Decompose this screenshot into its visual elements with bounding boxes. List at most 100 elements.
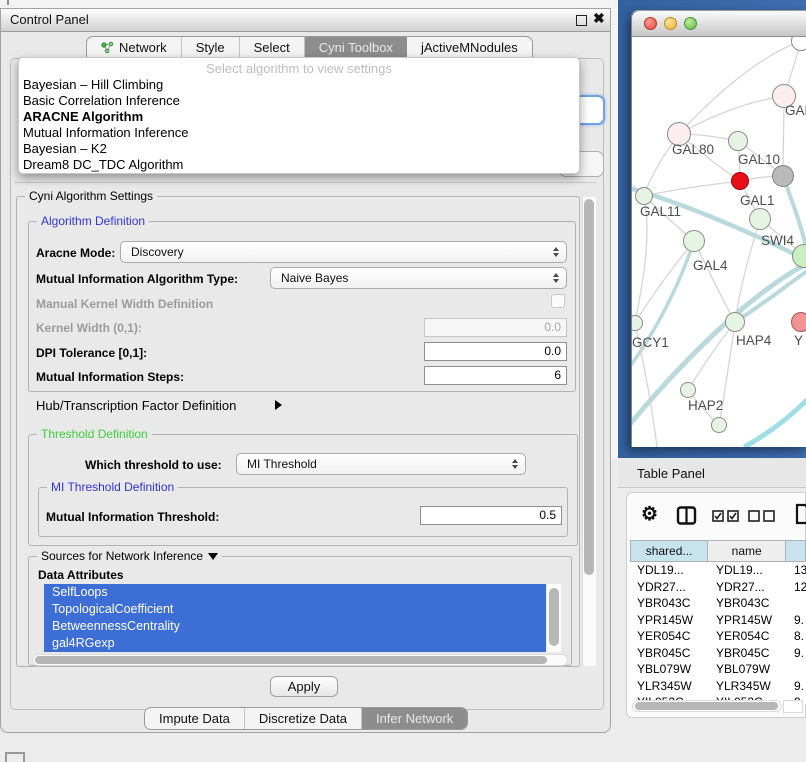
table-row[interactable]: YBR045CYBR045C9. bbox=[630, 645, 806, 662]
float-window-icon[interactable] bbox=[576, 15, 587, 26]
cell: YBL079W bbox=[637, 662, 691, 676]
which-threshold-label: Which threshold to use: bbox=[85, 458, 222, 472]
aracne-mode-select[interactable]: Discovery bbox=[120, 241, 567, 263]
table-row[interactable]: YER054CYER054C8. bbox=[630, 628, 806, 645]
tab-cyni-toolbox[interactable]: Cyni Toolbox bbox=[305, 37, 407, 58]
tab-style[interactable]: Style bbox=[182, 37, 240, 58]
kernel-width-field[interactable]: 0.0 bbox=[424, 318, 567, 337]
tab-jactivemnodules[interactable]: jActiveMNodules bbox=[407, 37, 532, 58]
tab-label: Select bbox=[254, 40, 290, 55]
node-label-gal: GAL bbox=[785, 103, 806, 118]
table-row[interactable]: YBR043CYBR043C bbox=[630, 595, 806, 612]
tab-select[interactable]: Select bbox=[240, 37, 305, 58]
control-panel-tabs: NetworkStyle Select Cyni ToolboxjActiveMNo… bbox=[86, 36, 533, 59]
aracne-mode-label: Aracne Mode: bbox=[36, 246, 115, 260]
gear-icon[interactable]: ⚙ bbox=[641, 503, 658, 526]
tab-infer-network[interactable]: Infer Network bbox=[362, 708, 467, 729]
node-gal11[interactable] bbox=[635, 187, 653, 205]
node-gray[interactable] bbox=[772, 165, 794, 187]
cell: YER054C bbox=[716, 629, 769, 643]
table-panel-title: Table Panel bbox=[637, 466, 705, 481]
cell: YDR27... bbox=[637, 580, 686, 594]
split-columns-icon[interactable] bbox=[676, 505, 697, 526]
apply-button[interactable]: Apply bbox=[270, 676, 338, 697]
cell: 9. bbox=[794, 613, 804, 627]
table-header-row: shared...name bbox=[630, 540, 806, 562]
network-view-window: GALGAL80GAL10GAL1GAL11SWI4GAL4GCY1HAP4YH… bbox=[631, 10, 806, 447]
cell: 9. bbox=[794, 646, 804, 660]
expand-triangle-icon[interactable] bbox=[275, 400, 282, 410]
close-traffic-light-icon[interactable] bbox=[644, 17, 657, 30]
node-label-gal80: GAL80 bbox=[672, 142, 714, 157]
table-hscrollbar-thumb[interactable] bbox=[635, 702, 778, 710]
column-header-name[interactable]: name bbox=[708, 540, 786, 562]
attributes-scrollbar-thumb[interactable] bbox=[549, 588, 559, 646]
algorithm-item-bayesian-hill-climbing[interactable]: Bayesian – Hill Climbing bbox=[19, 77, 579, 93]
tab-impute-data[interactable]: Impute Data bbox=[145, 708, 245, 729]
dpi-tolerance-field[interactable]: 0.0 bbox=[424, 342, 567, 361]
table-row[interactable]: YPR145WYPR145W9. bbox=[630, 612, 806, 629]
combo-stepper-icon bbox=[512, 454, 518, 474]
attribute-item-betweennesscentrality[interactable]: BetweennessCentrality bbox=[44, 618, 546, 635]
column-header-cut[interactable] bbox=[786, 540, 806, 562]
cell: YBR045C bbox=[716, 646, 769, 660]
node-gal1[interactable] bbox=[731, 172, 749, 190]
node-gal4[interactable] bbox=[683, 230, 705, 252]
sources-title[interactable]: Sources for Network Inference bbox=[37, 549, 222, 563]
node-gal10[interactable] bbox=[728, 131, 748, 151]
algorithm-item-dream8-dc-tdc-algorithm[interactable]: Dream8 DC_TDC Algorithm bbox=[19, 157, 579, 173]
node-swi4[interactable] bbox=[749, 208, 771, 230]
algorithm-item-bayesian-k2[interactable]: Bayesian – K2 bbox=[19, 141, 579, 157]
node-label-gal4: GAL4 bbox=[693, 258, 728, 273]
panel-title: Control Panel bbox=[10, 12, 89, 27]
attribute-item-selfloops[interactable]: SelfLoops bbox=[44, 584, 546, 601]
panel-gap bbox=[611, 0, 618, 458]
cell: 9. bbox=[794, 679, 804, 693]
hub-definition-expander[interactable]: Hub/Transcription Factor Definition bbox=[36, 398, 236, 413]
mi-steps-field[interactable]: 6 bbox=[424, 366, 567, 385]
mi-threshold-field[interactable]: 0.5 bbox=[420, 506, 562, 525]
table-row[interactable]: YLR345WYLR345W9. bbox=[630, 678, 806, 695]
deselect-all-columns-icon[interactable] bbox=[748, 510, 775, 522]
table-row[interactable]: YDL19...YDL19...13 bbox=[630, 562, 806, 579]
cell: YDL19... bbox=[637, 563, 684, 577]
collapse-triangle-icon[interactable] bbox=[208, 553, 218, 560]
table-row[interactable]: YDR27...YDR27...12 bbox=[630, 579, 806, 596]
attribute-item-gal4rgexp[interactable]: gal4RGexp bbox=[44, 635, 546, 652]
node-salmon[interactable] bbox=[791, 312, 806, 332]
node-label-hap2: HAP2 bbox=[688, 398, 723, 413]
close-icon[interactable]: ✖ bbox=[593, 10, 605, 27]
node-hap2[interactable] bbox=[680, 382, 696, 398]
algorithm-item-mutual-information-inference[interactable]: Mutual Information Inference bbox=[19, 125, 579, 141]
tab-label: Discretize Data bbox=[259, 711, 347, 726]
mi-algo-type-value: Naive Bayes bbox=[281, 271, 348, 285]
sources-hscrollbar-thumb[interactable] bbox=[35, 656, 547, 664]
network-canvas[interactable]: GALGAL80GAL10GAL1GAL11SWI4GAL4GCY1HAP4YH… bbox=[632, 37, 806, 447]
zoom-traffic-light-icon[interactable] bbox=[684, 17, 697, 30]
node-hap4[interactable] bbox=[725, 312, 745, 332]
combo-stepper-icon bbox=[553, 242, 559, 262]
cell: YDR27... bbox=[716, 580, 765, 594]
algorithm-item-basic-correlation-inference[interactable]: Basic Correlation Inference bbox=[19, 93, 579, 109]
mi-algo-type-select[interactable]: Naive Bayes bbox=[270, 267, 567, 289]
network-window-titlebar[interactable] bbox=[632, 11, 806, 37]
minimize-traffic-light-icon[interactable] bbox=[664, 17, 677, 30]
tab-network[interactable]: Network bbox=[87, 37, 182, 58]
data-attributes-list[interactable]: SelfLoopsTopologicalCoefficientBetweenne… bbox=[44, 584, 546, 652]
column-header-shared[interactable]: shared... bbox=[630, 540, 708, 562]
mi-algo-type-label: Mutual Information Algorithm Type: bbox=[36, 272, 238, 286]
node-bottom[interactable] bbox=[711, 417, 727, 433]
settings-scrollbar-thumb[interactable] bbox=[584, 199, 594, 575]
table-row[interactable]: YBL079W YBL079W bbox=[630, 661, 806, 678]
manual-kernel-checkbox[interactable] bbox=[551, 294, 565, 308]
which-threshold-select[interactable]: MI Threshold bbox=[236, 453, 526, 475]
combo-stepper-icon bbox=[553, 268, 559, 288]
cell: YBL079W bbox=[716, 662, 770, 676]
select-all-columns-icon[interactable] bbox=[712, 510, 739, 522]
cell: YLR345W bbox=[716, 679, 771, 693]
tab-discretize-data[interactable]: Discretize Data bbox=[245, 708, 362, 729]
docked-panel-button[interactable] bbox=[5, 752, 25, 762]
attribute-item-topologicalcoefficient[interactable]: TopologicalCoefficient bbox=[44, 601, 546, 618]
export-table-icon[interactable] bbox=[795, 503, 806, 525]
algorithm-item-aracne-algorithm[interactable]: ARACNE Algorithm bbox=[19, 109, 579, 125]
